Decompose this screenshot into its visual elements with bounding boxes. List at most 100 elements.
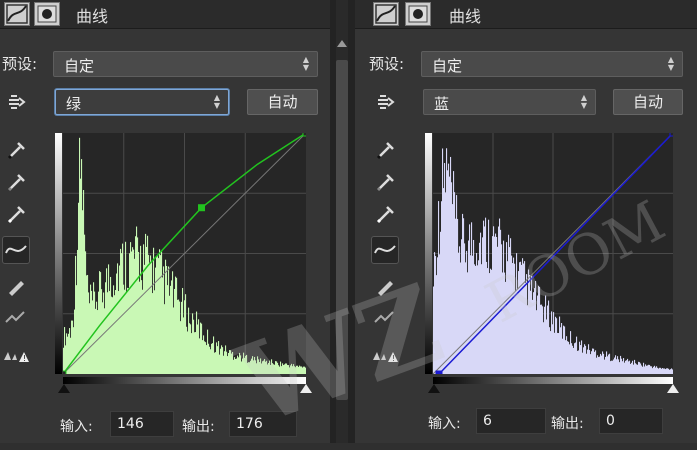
- scroll-up-icon[interactable]: [337, 40, 347, 47]
- histogram-bar: [290, 365, 292, 374]
- pencil-draw-icon[interactable]: [371, 272, 399, 300]
- histogram-bar: [99, 271, 101, 374]
- histogram-bar: [195, 332, 197, 374]
- histogram-bar: [439, 254, 441, 374]
- white-point-eyedropper-icon[interactable]: [2, 199, 30, 227]
- auto-button[interactable]: 自动: [613, 89, 683, 115]
- curve-graph[interactable]: [432, 129, 677, 378]
- histogram-bar: [569, 344, 571, 374]
- histogram-bar: [231, 353, 233, 374]
- smooth-curve-icon[interactable]: [2, 304, 30, 332]
- curves-adjustment-icon[interactable]: [4, 2, 30, 26]
- target-adjust-hand-icon[interactable]: [2, 88, 30, 116]
- preset-select[interactable]: 自定 ▲ ▼: [421, 51, 683, 77]
- mask-icon[interactable]: [405, 2, 431, 26]
- histogram-bar: [582, 352, 584, 374]
- histogram-bar: [635, 363, 637, 374]
- properties-header: 曲线: [355, 0, 697, 29]
- histogram-bar: [110, 276, 112, 374]
- histogram-bar: [618, 359, 620, 374]
- histogram-bar: [489, 273, 491, 374]
- pencil-draw-icon[interactable]: [2, 272, 30, 300]
- histogram-bar: [175, 276, 177, 374]
- black-point-eyedropper-icon[interactable]: [2, 135, 30, 163]
- black-point-eyedropper-icon[interactable]: [371, 135, 399, 163]
- histogram-bar: [600, 353, 602, 374]
- histogram-bar: [64, 327, 66, 374]
- histogram-bar: [304, 366, 306, 374]
- histogram-bar: [167, 285, 169, 374]
- curves-adjustment-icon[interactable]: [373, 2, 399, 26]
- histogram-bar: [184, 300, 186, 374]
- black-point-slider[interactable]: [58, 384, 70, 393]
- black-point-slider[interactable]: [428, 384, 440, 393]
- histogram-bar: [528, 269, 530, 374]
- histogram-bar: [458, 252, 460, 374]
- histogram-bar: [216, 342, 218, 374]
- histogram-bar: [492, 236, 494, 374]
- histogram-bar: [550, 331, 552, 374]
- histogram-bar: [148, 254, 150, 374]
- output-field[interactable]: 176: [229, 411, 297, 437]
- clipping-warning-icon[interactable]: !: [371, 340, 399, 368]
- input-field[interactable]: 6: [476, 408, 546, 434]
- scrollbar[interactable]: [330, 0, 355, 443]
- histogram-bar: [287, 365, 289, 374]
- curve-point-edit-icon[interactable]: [2, 236, 30, 264]
- input-field[interactable]: 146: [110, 411, 174, 437]
- histogram-bar: [284, 364, 286, 374]
- white-point-eyedropper-icon[interactable]: [371, 199, 399, 227]
- histogram-bar: [157, 254, 159, 374]
- histogram-bar: [450, 156, 452, 374]
- histogram-bar: [206, 345, 208, 374]
- histogram-bar: [294, 366, 296, 374]
- channel-select[interactable]: 绿 ▲ ▼: [55, 89, 229, 115]
- input-label: 输入:: [60, 419, 93, 435]
- histogram-bar: [644, 366, 646, 374]
- histogram-bar: [636, 364, 638, 374]
- mask-icon[interactable]: [34, 2, 60, 26]
- histogram-bar: [243, 352, 245, 374]
- histogram-bar: [643, 362, 645, 374]
- histogram-bar: [587, 349, 589, 374]
- histogram-bar: [558, 333, 560, 374]
- histogram-bar: [190, 324, 192, 374]
- scroll-thumb[interactable]: [336, 60, 348, 400]
- histogram-bar: [451, 182, 453, 374]
- white-point-slider[interactable]: [667, 384, 679, 393]
- channel-select[interactable]: 蓝 ▲ ▼: [423, 89, 596, 115]
- histogram-bar: [154, 290, 156, 374]
- histogram-bar: [258, 359, 260, 374]
- curve-point-edit-icon[interactable]: [371, 236, 399, 264]
- preset-select[interactable]: 自定 ▲ ▼: [53, 51, 318, 77]
- histogram-bar: [282, 363, 284, 374]
- histogram-bar: [199, 338, 201, 374]
- clipping-warning-icon[interactable]: !: [2, 340, 30, 368]
- histogram-bar: [668, 368, 670, 374]
- histogram-bar: [562, 338, 564, 374]
- histogram-bar: [442, 148, 444, 374]
- histogram-bar: [117, 263, 119, 374]
- histogram-bar: [650, 366, 652, 374]
- histogram-bar: [559, 316, 561, 374]
- histogram-bar: [520, 261, 522, 374]
- histogram-bar: [568, 341, 570, 374]
- histogram-bar: [475, 265, 477, 374]
- curve-graph[interactable]: [59, 129, 310, 378]
- histogram-bar: [244, 357, 246, 374]
- output-field[interactable]: 0: [599, 408, 663, 434]
- gray-point-eyedropper-icon[interactable]: [371, 167, 399, 195]
- auto-button[interactable]: 自动: [247, 89, 318, 115]
- histogram-bar: [546, 319, 548, 374]
- histogram-bar: [288, 365, 290, 374]
- histogram-bar: [585, 345, 587, 374]
- histogram-bar: [121, 253, 123, 374]
- histogram-bar: [436, 275, 438, 374]
- histogram-bar: [640, 363, 642, 374]
- smooth-curve-icon[interactable]: [371, 304, 399, 332]
- histogram-bar: [120, 248, 122, 374]
- target-adjust-hand-icon[interactable]: [371, 88, 399, 116]
- white-point-slider[interactable]: [300, 384, 312, 393]
- gray-point-eyedropper-icon[interactable]: [2, 167, 30, 195]
- histogram-bar: [283, 365, 285, 374]
